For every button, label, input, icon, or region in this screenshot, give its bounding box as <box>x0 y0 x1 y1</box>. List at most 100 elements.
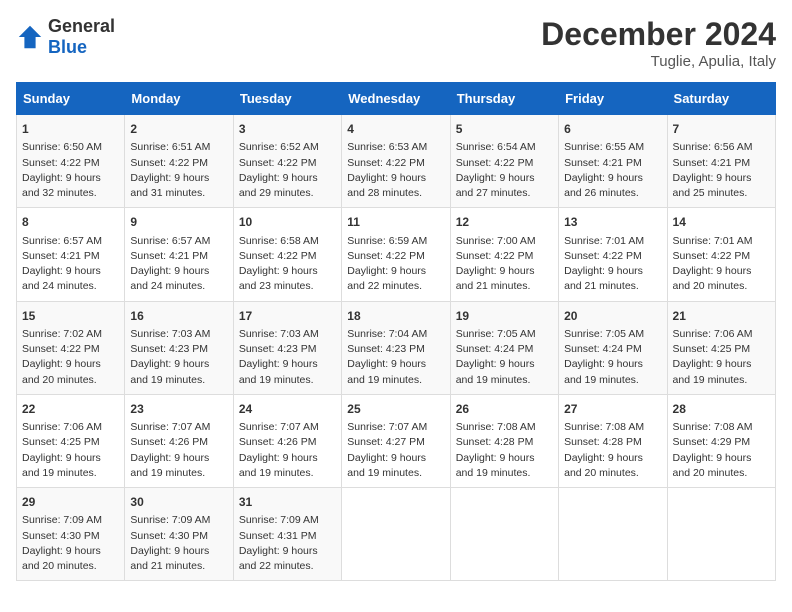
sunrise-info: Sunrise: 7:08 AM <box>673 421 753 433</box>
sunrise-info: Sunrise: 6:57 AM <box>130 235 210 247</box>
day-number: 21 <box>673 308 770 325</box>
daylight-info: Daylight: 9 hours and 26 minutes. <box>564 172 643 199</box>
sunrise-info: Sunrise: 7:09 AM <box>130 514 210 526</box>
sunrise-info: Sunrise: 6:58 AM <box>239 235 319 247</box>
daylight-info: Daylight: 9 hours and 28 minutes. <box>347 172 426 199</box>
sunset-info: Sunset: 4:30 PM <box>22 530 100 542</box>
day-number: 7 <box>673 121 770 138</box>
daylight-info: Daylight: 9 hours and 25 minutes. <box>673 172 752 199</box>
daylight-info: Daylight: 9 hours and 24 minutes. <box>130 265 209 292</box>
day-number: 18 <box>347 308 444 325</box>
sunset-info: Sunset: 4:22 PM <box>239 157 317 169</box>
day-number: 2 <box>130 121 227 138</box>
sunrise-info: Sunrise: 7:04 AM <box>347 328 427 340</box>
sunset-info: Sunset: 4:22 PM <box>22 343 100 355</box>
daylight-info: Daylight: 9 hours and 29 minutes. <box>239 172 318 199</box>
sunset-info: Sunset: 4:21 PM <box>564 157 642 169</box>
sunset-info: Sunset: 4:21 PM <box>673 157 751 169</box>
sunrise-info: Sunrise: 6:53 AM <box>347 141 427 153</box>
calendar-cell: 20 Sunrise: 7:05 AM Sunset: 4:24 PM Dayligh… <box>559 301 667 394</box>
sunrise-info: Sunrise: 7:08 AM <box>564 421 644 433</box>
calendar-cell: 7 Sunrise: 6:56 AM Sunset: 4:21 PM Daylight… <box>667 115 775 208</box>
logo: General Blue <box>16 16 115 58</box>
sunrise-info: Sunrise: 7:06 AM <box>673 328 753 340</box>
calendar-week-row: 29 Sunrise: 7:09 AM Sunset: 4:30 PM Dayligh… <box>17 488 776 581</box>
sunset-info: Sunset: 4:29 PM <box>673 436 751 448</box>
day-number: 4 <box>347 121 444 138</box>
calendar-cell: 21Sunrise: 7:06 AMSunset: 4:25 PMDayligh… <box>667 301 775 394</box>
sunrise-info: Sunrise: 6:55 AM <box>564 141 644 153</box>
day-number: 16 <box>130 308 227 325</box>
day-number: 9 <box>130 214 227 231</box>
day-number: 28 <box>673 401 770 418</box>
sunset-info: Sunset: 4:22 PM <box>22 157 100 169</box>
calendar-week-row: 8Sunrise: 6:57 AMSunset: 4:21 PMDaylight… <box>17 208 776 301</box>
calendar-cell <box>667 488 775 581</box>
sunset-info: Sunset: 4:27 PM <box>347 436 425 448</box>
sunset-info: Sunset: 4:21 PM <box>130 250 208 262</box>
col-monday: Monday <box>125 83 233 115</box>
day-number: 20 <box>564 308 661 325</box>
calendar-cell: 10Sunrise: 6:58 AMSunset: 4:22 PMDayligh… <box>233 208 341 301</box>
daylight-info: Daylight: 9 hours and 19 minutes. <box>456 358 535 385</box>
day-number: 6 <box>564 121 661 138</box>
day-number: 29 <box>22 494 119 511</box>
daylight-info: Daylight: 9 hours and 19 minutes. <box>347 452 426 479</box>
day-number: 23 <box>130 401 227 418</box>
col-sunday: Sunday <box>17 83 125 115</box>
daylight-info: Daylight: 9 hours and 20 minutes. <box>22 358 101 385</box>
daylight-info: Daylight: 9 hours and 20 minutes. <box>564 452 643 479</box>
calendar-cell: 16Sunrise: 7:03 AMSunset: 4:23 PMDayligh… <box>125 301 233 394</box>
sunrise-info: Sunrise: 7:01 AM <box>673 235 753 247</box>
calendar-cell: 14Sunrise: 7:01 AMSunset: 4:22 PMDayligh… <box>667 208 775 301</box>
day-number: 5 <box>456 121 553 138</box>
sunset-info: Sunset: 4:24 PM <box>564 343 642 355</box>
day-number: 30 <box>130 494 227 511</box>
sunset-info: Sunset: 4:26 PM <box>130 436 208 448</box>
daylight-info: Daylight: 9 hours and 19 minutes. <box>130 452 209 479</box>
sunset-info: Sunset: 4:28 PM <box>456 436 534 448</box>
calendar-cell: 17Sunrise: 7:03 AMSunset: 4:23 PMDayligh… <box>233 301 341 394</box>
calendar-cell: 25Sunrise: 7:07 AMSunset: 4:27 PMDayligh… <box>342 394 450 487</box>
calendar-cell: 15Sunrise: 7:02 AMSunset: 4:22 PMDayligh… <box>17 301 125 394</box>
day-number: 25 <box>347 401 444 418</box>
daylight-info: Daylight: 9 hours and 20 minutes. <box>673 452 752 479</box>
daylight-info: Daylight: 9 hours and 19 minutes. <box>347 358 426 385</box>
sunrise-info: Sunrise: 7:05 AM <box>564 328 644 340</box>
daylight-info: Daylight: 9 hours and 19 minutes. <box>130 358 209 385</box>
col-thursday: Thursday <box>450 83 558 115</box>
calendar-week-row: 15Sunrise: 7:02 AMSunset: 4:22 PMDayligh… <box>17 301 776 394</box>
daylight-info: Daylight: 9 hours and 32 minutes. <box>22 172 101 199</box>
sunrise-info: Sunrise: 6:56 AM <box>673 141 753 153</box>
day-number: 22 <box>22 401 119 418</box>
sunset-info: Sunset: 4:22 PM <box>130 157 208 169</box>
sunrise-info: Sunrise: 6:52 AM <box>239 141 319 153</box>
calendar-cell: 9 Sunrise: 6:57 AM Sunset: 4:21 PM Daylight… <box>125 208 233 301</box>
daylight-info: Daylight: 9 hours and 21 minutes. <box>564 265 643 292</box>
sunrise-info: Sunrise: 7:01 AM <box>564 235 644 247</box>
daylight-info: Daylight: 9 hours and 21 minutes. <box>456 265 535 292</box>
day-number: 31 <box>239 494 336 511</box>
daylight-info: Daylight: 9 hours and 22 minutes. <box>347 265 426 292</box>
sunrise-info: Sunrise: 7:07 AM <box>239 421 319 433</box>
page-header: General Blue December 2024 Tuglie, Apuli… <box>16 16 776 70</box>
calendar-cell <box>559 488 667 581</box>
day-number: 26 <box>456 401 553 418</box>
calendar-cell: 23Sunrise: 7:07 AMSunset: 4:26 PMDayligh… <box>125 394 233 487</box>
sunrise-info: Sunrise: 7:00 AM <box>456 235 536 247</box>
calendar-cell: 11Sunrise: 6:59 AMSunset: 4:22 PMDayligh… <box>342 208 450 301</box>
daylight-info: Daylight: 9 hours and 19 minutes. <box>673 358 752 385</box>
logo-icon <box>16 23 44 51</box>
day-number: 1 <box>22 121 119 138</box>
daylight-info: Daylight: 9 hours and 20 minutes. <box>22 545 101 572</box>
day-number: 24 <box>239 401 336 418</box>
sunset-info: Sunset: 4:22 PM <box>239 250 317 262</box>
calendar-cell: 29Sunrise: 7:09 AMSunset: 4:30 PMDayligh… <box>17 488 125 581</box>
logo-general-text: General <box>48 16 115 36</box>
calendar-cell: 19Sunrise: 7:05 AMSunset: 4:24 PMDayligh… <box>450 301 558 394</box>
day-number: 10 <box>239 214 336 231</box>
daylight-info: Daylight: 9 hours and 21 minutes. <box>130 545 209 572</box>
calendar-cell: 2Sunrise: 6:51 AMSunset: 4:22 PMDaylight… <box>125 115 233 208</box>
daylight-info: Daylight: 9 hours and 19 minutes. <box>564 358 643 385</box>
sunset-info: Sunset: 4:30 PM <box>130 530 208 542</box>
